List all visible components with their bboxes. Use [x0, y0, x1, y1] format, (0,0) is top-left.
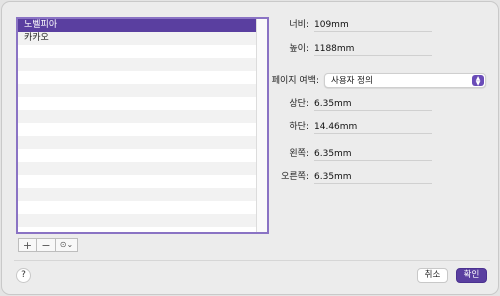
- bottom-margin-label: 하단:: [289, 122, 309, 132]
- ok-button[interactable]: 확인: [456, 268, 487, 283]
- add-button[interactable]: +: [18, 238, 37, 252]
- list-empty-row: [18, 201, 256, 214]
- remove-button[interactable]: −: [37, 238, 56, 252]
- action-menu-button[interactable]: ⊙⌄: [56, 238, 78, 252]
- left-margin-field[interactable]: 6.35mm: [314, 147, 432, 161]
- list-empty-row: [18, 188, 256, 201]
- up-down-chevron-icon: ▲ ▼: [472, 75, 484, 86]
- width-field[interactable]: 109mm: [314, 18, 432, 32]
- height-field[interactable]: 1188mm: [314, 42, 432, 56]
- bottom-margin-field[interactable]: 14.46mm: [314, 120, 432, 134]
- list-toolbar: + − ⊙⌄: [18, 238, 78, 252]
- list-empty-row: [18, 214, 256, 227]
- list-empty-row: [18, 58, 256, 71]
- list-empty-row: [18, 71, 256, 84]
- right-margin-label: 오른쪽:: [281, 172, 309, 182]
- footer-divider: [14, 260, 490, 261]
- top-margin-field[interactable]: 6.35mm: [314, 97, 432, 111]
- help-button[interactable]: ?: [16, 268, 31, 283]
- right-margin-field[interactable]: 6.35mm: [314, 170, 432, 184]
- page-margins-label: 페이지 여백:: [271, 76, 319, 86]
- list-empty-row: [18, 227, 256, 232]
- question-mark-icon: ?: [21, 270, 26, 280]
- cancel-button[interactable]: 취소: [417, 268, 448, 283]
- left-margin-label: 왼쪽:: [289, 149, 309, 159]
- custom-paper-size-dialog: 노벨피아 카카오 + − ⊙⌄ 너비: 109mm 높이: 1188mm 페이지…: [1, 1, 499, 295]
- minus-icon: −: [41, 238, 51, 252]
- top-margin-label: 상단:: [289, 99, 309, 109]
- plus-icon: +: [22, 238, 33, 252]
- page-margins-value: 사용자 정의: [331, 76, 373, 86]
- list-empty-row: [18, 84, 256, 97]
- action-gear-icon: ⊙⌄: [59, 240, 74, 249]
- width-label: 너비:: [289, 20, 309, 30]
- page-margins-popup[interactable]: 사용자 정의 ▲ ▼: [324, 73, 486, 88]
- height-label: 높이:: [289, 44, 309, 54]
